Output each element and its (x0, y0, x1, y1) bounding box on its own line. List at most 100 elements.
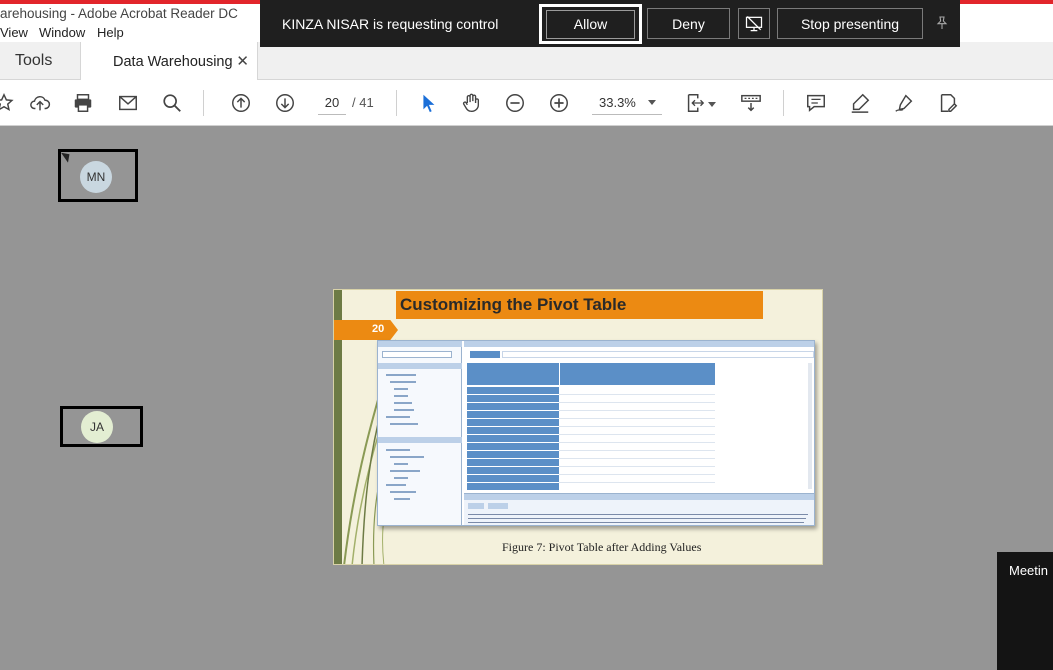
draw-signature-icon[interactable] (892, 91, 916, 115)
grid-line (559, 402, 715, 403)
deny-button[interactable]: Deny (647, 8, 730, 39)
query-text-line (468, 522, 804, 523)
tree-line (390, 491, 416, 493)
tree-line (394, 402, 412, 404)
tree-line (390, 470, 420, 472)
control-request-message: KINZA NISAR is requesting control (282, 16, 499, 32)
filter-bar (470, 351, 500, 358)
order-status-header (560, 363, 715, 385)
query-result-header (464, 341, 814, 347)
select-cursor-icon[interactable] (416, 91, 440, 115)
main-toolbar: 20 / 41 33.3% (0, 80, 1053, 126)
chevron-down-icon[interactable] (708, 102, 716, 107)
filter-field (502, 351, 814, 358)
grid-corner-header (467, 363, 559, 385)
olap-navigator-pane (378, 341, 462, 525)
tree-line (394, 463, 408, 465)
row-header (467, 475, 559, 482)
row-header (467, 451, 559, 458)
next-page-icon[interactable] (273, 91, 297, 115)
row-header (467, 419, 559, 426)
reset-button (488, 503, 508, 509)
participant-tile-ja[interactable]: JA (60, 406, 143, 447)
close-tab-icon[interactable]: ✕ (236, 52, 249, 70)
tree-line (386, 484, 406, 486)
meeting-panel-label: Meetin (1009, 563, 1049, 578)
cube-select (382, 351, 452, 358)
toolbar-divider (203, 90, 204, 116)
tree-line (386, 416, 410, 418)
zoom-level-select[interactable]: 33.3% (592, 93, 662, 115)
star-icon[interactable] (0, 91, 16, 115)
grid-line (559, 442, 715, 443)
grid-line (559, 450, 715, 451)
edit-document-icon[interactable] (936, 91, 960, 115)
zoom-out-icon[interactable] (503, 91, 527, 115)
stop-presenting-button[interactable]: Stop presenting (777, 8, 923, 39)
window-title: arehousing - Adobe Acrobat Reader DC (0, 6, 238, 21)
hand-tool-icon[interactable] (459, 91, 483, 115)
tab-document[interactable]: Data Warehousing ✕ (80, 42, 258, 81)
row-header (467, 387, 559, 394)
row-header (467, 459, 559, 466)
print-icon[interactable] (71, 91, 95, 115)
mdx-query-header (464, 494, 814, 500)
comment-icon[interactable] (804, 91, 828, 115)
zoom-in-icon[interactable] (547, 91, 571, 115)
grid-line (559, 474, 715, 475)
pivot-structure-header (378, 437, 462, 443)
query-text-line (468, 514, 808, 515)
row-header (467, 467, 559, 474)
grid-line (559, 418, 715, 419)
email-icon[interactable] (116, 91, 140, 115)
tab-document-label: Data Warehousing (113, 54, 233, 70)
row-header (467, 411, 559, 418)
grid-line (559, 410, 715, 411)
menu-view[interactable]: View (0, 25, 28, 40)
pdf-page[interactable]: Customizing the Pivot Table 20 Figure 7:… (333, 289, 823, 565)
pivot-table-screenshot (377, 340, 815, 526)
meeting-panel[interactable]: Meetin (997, 552, 1053, 670)
zoom-level-value: 33.3% (599, 95, 636, 110)
menu-window[interactable]: Window (39, 25, 85, 40)
row-header (467, 443, 559, 450)
chevron-down-icon (648, 100, 656, 105)
pane-header (378, 341, 462, 347)
tree-line (386, 449, 410, 451)
scroll-mode-icon[interactable] (739, 91, 763, 115)
allow-button[interactable]: Allow (539, 4, 642, 44)
row-header (467, 427, 559, 434)
tree-line (394, 498, 410, 500)
pin-icon[interactable] (934, 15, 950, 31)
tree-line (386, 374, 416, 376)
tab-bar: Tools Data Warehousing ✕ (0, 42, 1053, 81)
menu-help[interactable]: Help (97, 25, 124, 40)
query-text-line (468, 518, 806, 519)
control-request-bar: KINZA NISAR is requesting control Allow … (260, 0, 960, 47)
previous-page-icon[interactable] (229, 91, 253, 115)
avatar: JA (81, 411, 113, 443)
row-header (467, 403, 559, 410)
tree-line (394, 409, 414, 411)
grid-line (559, 458, 715, 459)
figure-caption: Figure 7: Pivot Table after Adding Value… (502, 540, 702, 554)
page-count: / 41 (352, 95, 374, 110)
toolbar-divider (783, 90, 784, 116)
toolbar-divider (396, 90, 397, 116)
grid-line (559, 394, 715, 395)
cloud-upload-icon[interactable] (28, 91, 52, 115)
tree-line (390, 381, 416, 383)
pivot-grid (467, 363, 717, 493)
slide-number: 20 (334, 320, 398, 340)
search-icon[interactable] (160, 91, 184, 115)
fit-page-icon[interactable] (683, 91, 707, 115)
page-number-input[interactable]: 20 (318, 93, 346, 115)
grid-line (559, 482, 715, 483)
tree-line (394, 477, 408, 479)
scrollbar (808, 363, 812, 489)
highlight-pen-icon[interactable] (848, 91, 872, 115)
tree-line (390, 423, 418, 425)
allow-button-label: Allow (546, 9, 635, 39)
tab-tools[interactable]: Tools (0, 42, 80, 80)
stop-sharing-screen-icon[interactable] (738, 8, 770, 39)
